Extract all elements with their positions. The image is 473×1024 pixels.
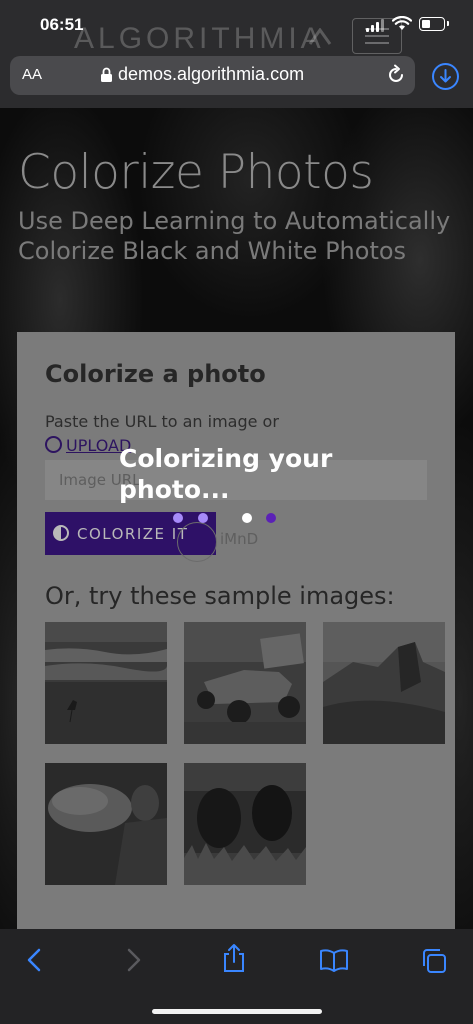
page-subtitle: Use Deep Learning to Automatically Color… (18, 207, 451, 265)
loading-dot (242, 513, 252, 523)
share-icon[interactable] (221, 943, 247, 973)
battery-icon (419, 17, 445, 31)
loading-dot (198, 513, 208, 523)
samples-heading: Or, try these sample images: (45, 582, 395, 610)
loading-message: Colorizing your photo... (119, 444, 333, 504)
forward-icon[interactable] (122, 947, 144, 973)
colorize-card: Colorize a photo Paste the URL to an ima… (17, 332, 455, 932)
home-indicator (152, 1009, 322, 1014)
upload-icon (45, 436, 62, 453)
sample-image-cattle[interactable] (184, 763, 306, 885)
sample-image-race-car[interactable] (184, 622, 306, 744)
contrast-icon (53, 524, 69, 541)
page-title: Colorize Photos (18, 145, 374, 200)
logo-chevron-icon (308, 28, 332, 45)
tabs-icon[interactable] (420, 947, 448, 975)
card-title: Colorize a photo (45, 360, 266, 388)
loading-dot (173, 513, 183, 523)
loading-dot (266, 513, 276, 523)
colorize-button-label: COLORIZE IT (77, 524, 189, 543)
back-icon[interactable] (24, 947, 46, 973)
sample-image-beach-bird[interactable] (45, 622, 167, 744)
download-icon[interactable] (432, 63, 459, 90)
reload-icon[interactable] (385, 64, 407, 86)
ghost-label: iMnD (220, 530, 259, 548)
ghost-logo (177, 522, 217, 562)
sample-image-half-dome[interactable] (323, 622, 445, 744)
url-domain[interactable]: demos.algorithmia.com (118, 64, 304, 85)
lock-icon (101, 67, 112, 82)
bookmarks-icon[interactable] (319, 947, 349, 973)
text-size-button[interactable]: AA (22, 66, 42, 83)
hamburger-menu-icon[interactable] (352, 18, 402, 54)
site-logo[interactable]: ALGORITHMIA (74, 22, 325, 56)
instruction-text: Paste the URL to an image or (45, 412, 279, 431)
sample-image-smoke-person[interactable] (45, 763, 167, 885)
battery-cap (447, 21, 449, 26)
